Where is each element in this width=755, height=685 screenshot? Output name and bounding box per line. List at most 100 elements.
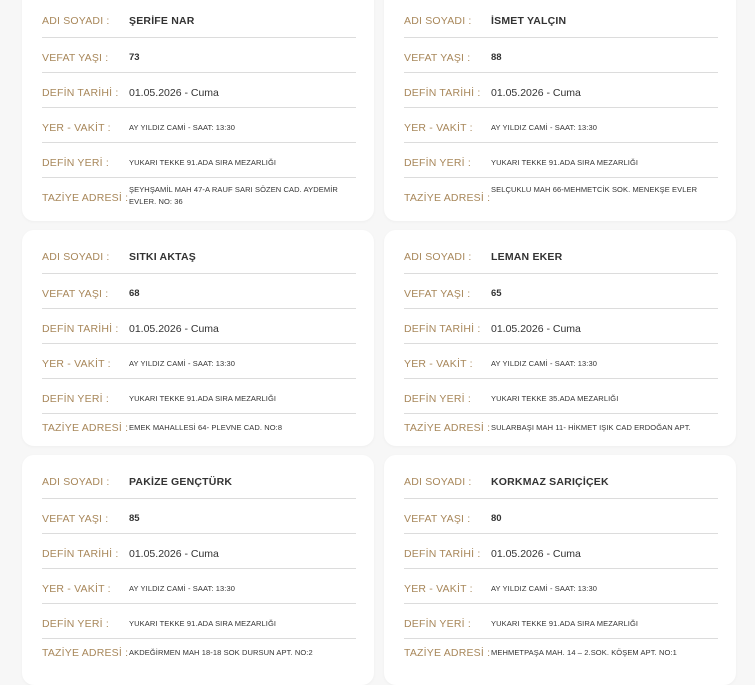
- burial-row: DEFİN YERİ : YUKARI TEKKE 35.ADA MEZARLI…: [404, 379, 718, 414]
- age-row: VEFAT YAŞI : 80: [404, 499, 718, 534]
- deceased-name: LEMAN EKER: [491, 251, 563, 263]
- date-label: DEFİN TARİHİ :: [404, 323, 481, 335]
- date-label: DEFİN TARİHİ :: [42, 87, 119, 99]
- deceased-name: ŞERİFE NAR: [129, 15, 195, 27]
- condolence-row: TAZİYE ADRESİ : EMEK MAHALLESİ 64- PLEVN…: [42, 414, 356, 449]
- date-label: DEFİN TARİHİ :: [42, 323, 119, 335]
- condolence-value: AKDEĞİRMEN MAH 18-18 SOK DURSUN APT. NO:…: [129, 648, 313, 657]
- place-time-label: YER - VAKİT :: [42, 122, 111, 134]
- age-value: 65: [491, 288, 502, 299]
- burial-label: DEFİN YERİ :: [404, 393, 471, 405]
- condolence-row: TAZİYE ADRESİ : MEHMETPAŞA MAH. 14 – 2.S…: [404, 639, 718, 674]
- date-value: 01.05.2026 - Cuma: [129, 87, 219, 99]
- condolence-label: TAZİYE ADRESİ :: [404, 647, 491, 659]
- condolence-row: TAZİYE ADRESİ : ŞEYHŞAMİL MAH 47-A RAUF …: [42, 178, 356, 223]
- place-time-label: YER - VAKİT :: [404, 122, 473, 134]
- condolence-row: TAZİYE ADRESİ : SULARBAŞI MAH 11- HİKMET…: [404, 414, 718, 449]
- burial-label: DEFİN YERİ :: [42, 393, 109, 405]
- name-row: ADI SOYADI : SITKI AKTAŞ: [42, 239, 356, 274]
- place-time-value: AY YILDIZ CAMİ - SAAT: 13:30: [129, 584, 236, 593]
- date-value: 01.05.2026 - Cuma: [129, 323, 219, 335]
- place-time-value: AY YILDIZ CAMİ - SAAT: 13:30: [491, 359, 598, 368]
- name-label: ADI SOYADI :: [42, 251, 110, 263]
- obituary-card: ADI SOYADI : PAKİZE GENÇTÜRK VEFAT YAŞI …: [22, 455, 374, 685]
- age-label: VEFAT YAŞI :: [42, 288, 109, 300]
- name-row: ADI SOYADI : LEMAN EKER: [404, 239, 718, 274]
- date-label: DEFİN TARİHİ :: [404, 87, 481, 99]
- burial-value: YUKARI TEKKE 91.ADA SIRA MEZARLIĞI: [129, 394, 277, 403]
- date-value: 01.05.2026 - Cuma: [491, 87, 581, 99]
- place-time-value: AY YILDIZ CAMİ - SAAT: 13:30: [491, 584, 598, 593]
- condolence-value: SELÇUKLU MAH 66-MEHMETCİK SOK. MENEKŞE E…: [491, 185, 698, 194]
- date-row: DEFİN TARİHİ : 01.05.2026 - Cuma: [42, 73, 356, 108]
- obituary-card: ADI SOYADI : ŞERİFE NAR VEFAT YAŞI : 73 …: [22, 0, 374, 221]
- date-value: 01.05.2026 - Cuma: [129, 548, 219, 560]
- age-row: VEFAT YAŞI : 88: [404, 38, 718, 73]
- deceased-name: SITKI AKTAŞ: [129, 251, 196, 263]
- condolence-row: TAZİYE ADRESİ : AKDEĞİRMEN MAH 18-18 SOK…: [42, 639, 356, 674]
- age-label: VEFAT YAŞI :: [404, 513, 471, 525]
- obituary-card: ADI SOYADI : LEMAN EKER VEFAT YAŞI : 65 …: [384, 230, 736, 446]
- burial-row: DEFİN YERİ : YUKARI TEKKE 91.ADA SIRA ME…: [404, 143, 718, 178]
- place-time-value: AY YILDIZ CAMİ - SAAT: 13:30: [491, 123, 598, 132]
- age-label: VEFAT YAŞI :: [404, 288, 471, 300]
- condolence-row: TAZİYE ADRESİ : SELÇUKLU MAH 66-MEHMETCİ…: [404, 178, 718, 223]
- age-row: VEFAT YAŞI : 85: [42, 499, 356, 534]
- condolence-label: TAZİYE ADRESİ :: [42, 192, 129, 204]
- name-label: ADI SOYADI :: [404, 476, 472, 488]
- deceased-name: PAKİZE GENÇTÜRK: [129, 476, 233, 488]
- burial-value: YUKARI TEKKE 91.ADA SIRA MEZARLIĞI: [129, 158, 277, 167]
- condolence-value: ŞEYHŞAMİL MAH 47-A RAUF SARI SÖZEN CAD. …: [129, 185, 338, 206]
- date-label: DEFİN TARİHİ :: [42, 548, 119, 560]
- condolence-label: TAZİYE ADRESİ :: [42, 422, 129, 434]
- burial-value: YUKARI TEKKE 91.ADA SIRA MEZARLIĞI: [491, 619, 639, 628]
- burial-row: DEFİN YERİ : YUKARI TEKKE 91.ADA SIRA ME…: [42, 143, 356, 178]
- obituary-card: ADI SOYADI : İSMET YALÇIN VEFAT YAŞI : 8…: [384, 0, 736, 221]
- burial-row: DEFİN YERİ : YUKARI TEKKE 91.ADA SIRA ME…: [42, 604, 356, 639]
- place-time-label: YER - VAKİT :: [404, 583, 473, 595]
- place-time-value: AY YILDIZ CAMİ - SAAT: 13:30: [129, 123, 236, 132]
- obituary-card: ADI SOYADI : KORKMAZ SARIÇİÇEK VEFAT YAŞ…: [384, 455, 736, 685]
- condolence-value: EMEK MAHALLESİ 64- PLEVNE CAD. NO:8: [129, 423, 283, 432]
- age-label: VEFAT YAŞI :: [42, 52, 109, 64]
- deceased-name: KORKMAZ SARIÇİÇEK: [491, 476, 609, 488]
- age-label: VEFAT YAŞI :: [404, 52, 471, 64]
- name-label: ADI SOYADI :: [404, 15, 472, 27]
- name-row: ADI SOYADI : İSMET YALÇIN: [404, 3, 718, 38]
- burial-label: DEFİN YERİ :: [404, 618, 471, 630]
- place-time-label: YER - VAKİT :: [42, 358, 111, 370]
- date-row: DEFİN TARİHİ : 01.05.2026 - Cuma: [42, 534, 356, 569]
- condolence-value: MEHMETPAŞA MAH. 14 – 2.SOK. KÖŞEM APT. N…: [491, 648, 677, 657]
- place-time-value: AY YILDIZ CAMİ - SAAT: 13:30: [129, 359, 236, 368]
- deceased-name: İSMET YALÇIN: [491, 15, 567, 27]
- burial-value: YUKARI TEKKE 35.ADA MEZARLIĞI: [491, 394, 619, 403]
- age-value: 85: [129, 513, 140, 524]
- place-time-row: YER - VAKİT : AY YILDIZ CAMİ - SAAT: 13:…: [42, 569, 356, 604]
- age-value: 80: [491, 513, 502, 524]
- date-row: DEFİN TARİHİ : 01.05.2026 - Cuma: [404, 309, 718, 344]
- condolence-label: TAZİYE ADRESİ :: [404, 422, 491, 434]
- name-label: ADI SOYADI :: [42, 476, 110, 488]
- place-time-row: YER - VAKİT : AY YILDIZ CAMİ - SAAT: 13:…: [42, 108, 356, 143]
- burial-value: YUKARI TEKKE 91.ADA SIRA MEZARLIĞI: [491, 158, 639, 167]
- place-time-label: YER - VAKİT :: [42, 583, 111, 595]
- burial-row: DEFİN YERİ : YUKARI TEKKE 91.ADA SIRA ME…: [42, 379, 356, 414]
- condolence-label: TAZİYE ADRESİ :: [404, 192, 491, 204]
- burial-label: DEFİN YERİ :: [42, 157, 109, 169]
- name-row: ADI SOYADI : KORKMAZ SARIÇİÇEK: [404, 464, 718, 499]
- date-label: DEFİN TARİHİ :: [404, 548, 481, 560]
- date-row: DEFİN TARİHİ : 01.05.2026 - Cuma: [404, 534, 718, 569]
- burial-row: DEFİN YERİ : YUKARI TEKKE 91.ADA SIRA ME…: [404, 604, 718, 639]
- age-row: VEFAT YAŞI : 68: [42, 274, 356, 309]
- age-row: VEFAT YAŞI : 73: [42, 38, 356, 73]
- place-time-row: YER - VAKİT : AY YILDIZ CAMİ - SAAT: 13:…: [42, 344, 356, 379]
- date-row: DEFİN TARİHİ : 01.05.2026 - Cuma: [404, 73, 718, 108]
- age-row: VEFAT YAŞI : 65: [404, 274, 718, 309]
- age-label: VEFAT YAŞI :: [42, 513, 109, 525]
- date-value: 01.05.2026 - Cuma: [491, 548, 581, 560]
- name-row: ADI SOYADI : ŞERİFE NAR: [42, 3, 356, 38]
- date-value: 01.05.2026 - Cuma: [491, 323, 581, 335]
- condolence-value: SULARBAŞI MAH 11- HİKMET IŞIK CAD ERDOĞA…: [491, 423, 691, 432]
- name-label: ADI SOYADI :: [404, 251, 472, 263]
- age-value: 73: [129, 52, 140, 63]
